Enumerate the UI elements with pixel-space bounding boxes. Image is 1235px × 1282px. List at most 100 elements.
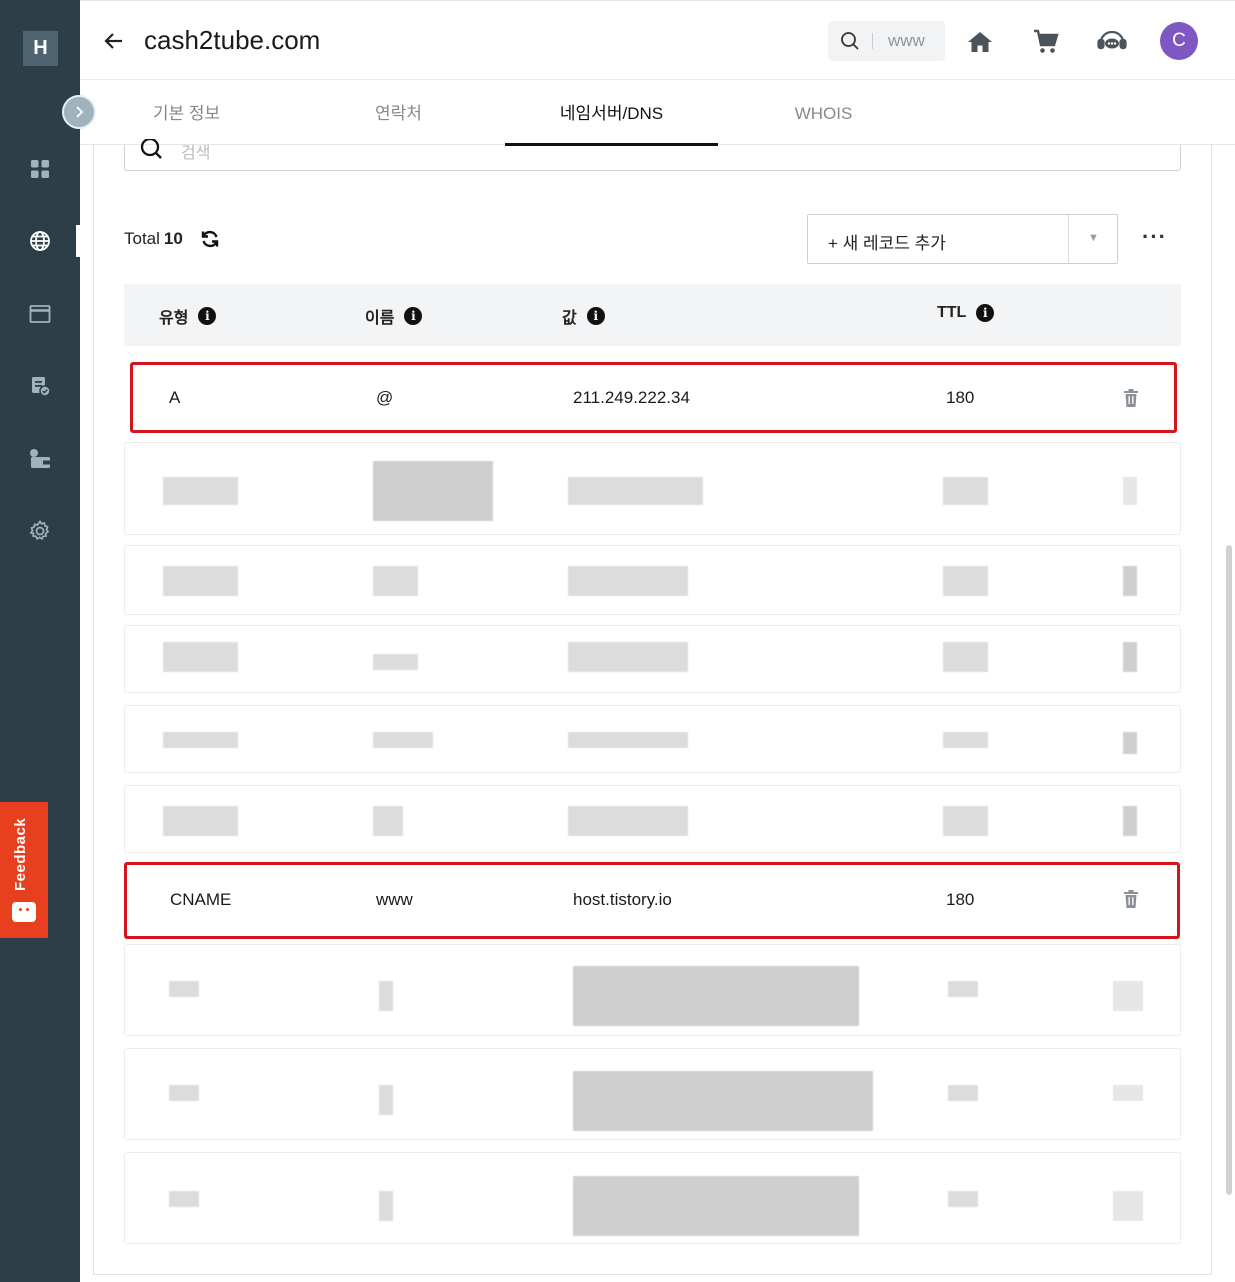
redacted-cell: [1123, 642, 1137, 672]
tab-contacts[interactable]: 연락처: [312, 81, 485, 145]
search-text: www: [888, 31, 925, 50]
record-name: @: [376, 388, 394, 407]
sidebar: H: [0, 0, 80, 1282]
trash-icon[interactable]: [1123, 890, 1139, 908]
home-icon[interactable]: [963, 25, 997, 59]
redacted-cell: [169, 1085, 199, 1101]
info-icon[interactable]: i: [586, 307, 605, 325]
redacted-cell: [568, 732, 688, 748]
redacted-cell: [163, 732, 238, 748]
refresh-icon[interactable]: [200, 229, 220, 254]
active-indicator: [76, 225, 80, 257]
record-ttl: 180: [946, 388, 975, 407]
redacted-cell: [568, 642, 688, 672]
domain-title: cash2tube.com: [144, 25, 321, 55]
support-chat-icon[interactable]: [1095, 25, 1129, 59]
table-row-redacted[interactable]: [124, 944, 1181, 1036]
redacted-cell: [379, 1191, 393, 1221]
redacted-cell: [1113, 981, 1143, 1011]
globe-icon[interactable]: [26, 227, 54, 255]
back-arrow-icon[interactable]: [102, 29, 128, 55]
info-icon[interactable]: i: [976, 304, 995, 322]
redacted-cell: [948, 1085, 978, 1101]
redacted-cell: [169, 981, 199, 997]
redacted-cell: [948, 1191, 978, 1207]
redacted-cell: [943, 732, 988, 748]
redacted-cell: [379, 1085, 393, 1115]
header-search[interactable]: www: [828, 21, 945, 61]
table-row-redacted[interactable]: [124, 705, 1181, 773]
record-search-placeholder: 검색: [181, 145, 211, 162]
redacted-cell: [573, 966, 859, 1026]
record-name: www: [376, 890, 413, 909]
table-header: 유형 i 이름 i 값i TTL i: [124, 284, 1181, 346]
record-value: 211.249.222.34: [573, 388, 690, 407]
search-icon: [841, 32, 859, 50]
header-ttl: TTL i: [937, 304, 995, 322]
page-scrollbar[interactable]: [1226, 545, 1232, 1195]
window-icon[interactable]: [26, 300, 54, 328]
redacted-cell: [1123, 566, 1137, 596]
more-options-button[interactable]: ···: [1142, 224, 1167, 250]
table-row-cname-record[interactable]: CNAME www host.tistory.io 180: [124, 862, 1180, 939]
header-value-label: 값: [562, 310, 577, 327]
brand-logo[interactable]: H: [23, 31, 58, 66]
redacted-cell: [373, 566, 418, 596]
chevron-down-icon[interactable]: ▼: [1088, 232, 1099, 244]
redacted-cell: [379, 981, 393, 1011]
table-row-a-record[interactable]: A @ 211.249.222.34 180: [130, 362, 1177, 433]
domain-tabs: 기본 정보 연락처 네임서버/DNS WHOIS: [80, 81, 1235, 146]
gear-icon[interactable]: [26, 517, 54, 545]
total-count: Total 10: [124, 229, 183, 249]
redacted-cell: [943, 566, 988, 596]
table-row-redacted[interactable]: [124, 1152, 1181, 1244]
redacted-cell: [568, 566, 688, 596]
table-row-redacted[interactable]: [124, 785, 1181, 853]
header-type: 유형 i: [159, 304, 217, 328]
table-row-redacted[interactable]: [124, 545, 1181, 615]
add-record-button[interactable]: + 새 레코드 추가 ▼: [807, 214, 1118, 264]
trash-icon[interactable]: [1123, 389, 1139, 407]
redacted-cell: [1123, 477, 1137, 505]
redacted-cell: [943, 477, 988, 505]
record-ttl: 180: [946, 890, 975, 909]
dashboard-icon[interactable]: [26, 155, 54, 183]
total-label: Total: [124, 229, 160, 248]
info-icon[interactable]: i: [198, 307, 217, 325]
redacted-cell: [163, 642, 238, 672]
table-row-redacted[interactable]: [124, 442, 1181, 535]
record-value: host.tistory.io: [573, 890, 672, 909]
tab-whois[interactable]: WHOIS: [737, 81, 910, 145]
total-number: 10: [163, 229, 183, 248]
redacted-cell: [163, 477, 238, 505]
table-row-redacted[interactable]: [124, 1048, 1181, 1140]
feedback-label: Feedback: [12, 817, 29, 891]
sidebar-expand-button[interactable]: [62, 95, 96, 129]
add-record-divider: [1068, 215, 1069, 263]
user-avatar[interactable]: C: [1160, 22, 1198, 60]
invoice-icon[interactable]: [26, 372, 54, 400]
redacted-cell: [568, 806, 688, 836]
wallet-icon[interactable]: [26, 445, 54, 473]
info-icon[interactable]: i: [404, 307, 423, 325]
top-header: cash2tube.com www C: [80, 0, 1235, 80]
add-record-label: + 새 레코드 추가: [828, 234, 946, 253]
search-icon: [140, 139, 162, 159]
redacted-cell: [163, 566, 238, 596]
cart-icon[interactable]: [1029, 25, 1063, 59]
table-row-redacted[interactable]: [124, 625, 1181, 693]
header-type-label: 유형: [159, 310, 189, 327]
header-name-label: 이름: [365, 310, 395, 327]
redacted-cell: [1113, 1085, 1143, 1101]
tab-nameserver-dns[interactable]: 네임서버/DNS: [505, 81, 718, 146]
record-search-input[interactable]: 검색: [124, 139, 1181, 171]
redacted-cell: [163, 806, 238, 836]
redacted-cell: [373, 461, 493, 521]
tab-basic-info[interactable]: 기본 정보: [100, 81, 273, 145]
chevron-right-icon: [76, 106, 84, 118]
feedback-face-icon: [12, 902, 36, 922]
redacted-cell: [1113, 1191, 1143, 1221]
redacted-cell: [373, 806, 403, 836]
record-type: A: [169, 388, 181, 407]
feedback-button[interactable]: Feedback: [0, 802, 48, 938]
